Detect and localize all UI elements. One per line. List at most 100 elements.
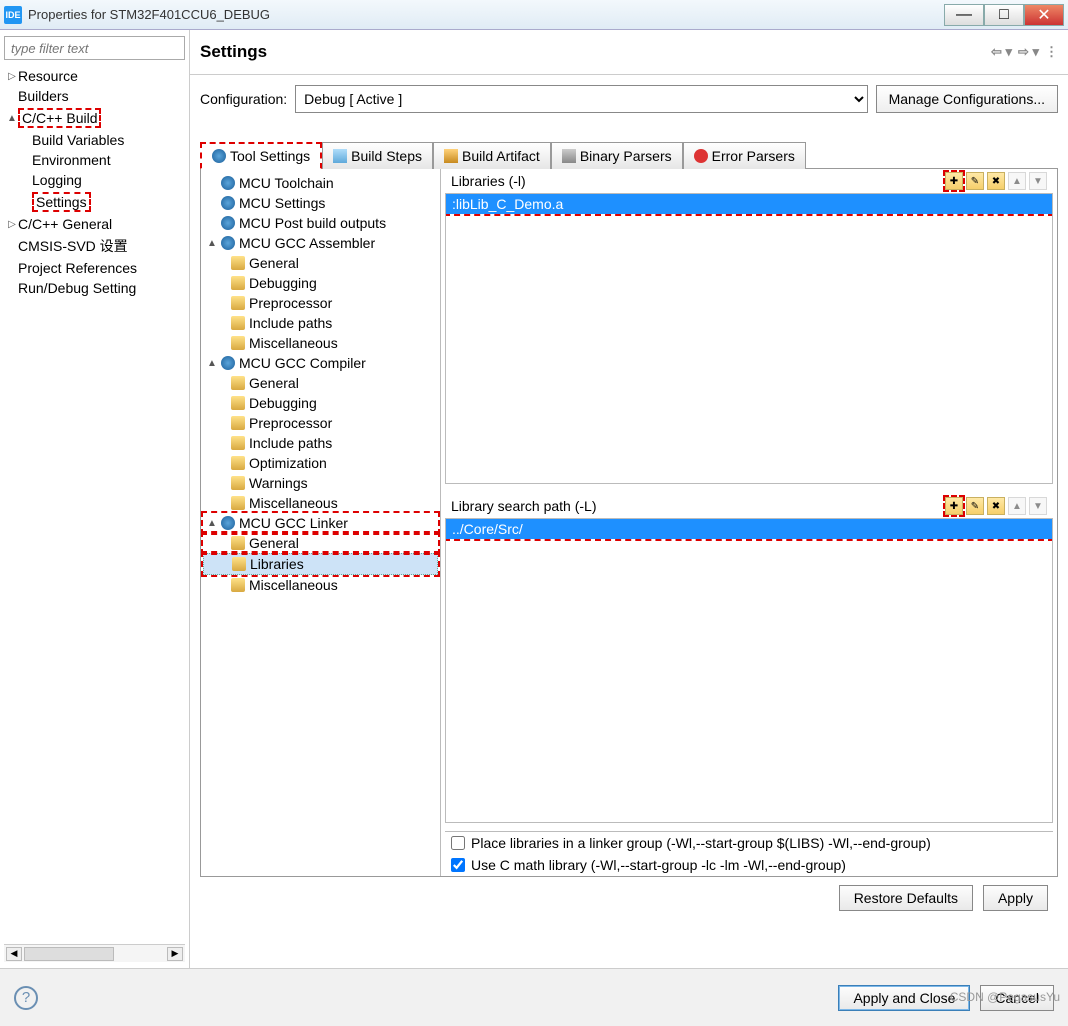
ic-err-icon — [694, 149, 708, 163]
tooltree-item[interactable]: Preprocessor — [203, 293, 438, 313]
tooltree-label: MCU Post build outputs — [239, 215, 386, 231]
tooltree-item[interactable]: MCU Toolchain — [203, 173, 438, 193]
nav-label: C/C++ General — [18, 216, 112, 232]
add-libpath-button[interactable]: ✚ — [945, 497, 963, 515]
close-button[interactable]: ✕ — [1024, 4, 1064, 26]
mathlib-checkbox[interactable] — [451, 858, 465, 872]
ic-fold-icon — [231, 496, 245, 510]
nav-label: Settings — [32, 192, 91, 212]
tab-binary-parsers[interactable]: Binary Parsers — [551, 142, 683, 169]
manage-config-button[interactable]: Manage Configurations... — [876, 85, 1058, 113]
nav-item[interactable]: Logging — [4, 170, 185, 190]
nav-item[interactable]: Settings — [4, 190, 185, 214]
config-select[interactable]: Debug [ Active ] — [295, 85, 867, 113]
scroll-right-icon[interactable]: ▶ — [167, 947, 183, 961]
tooltree-item[interactable]: Miscellaneous — [203, 493, 438, 513]
list-item[interactable]: ../Core/Src/ — [446, 519, 1052, 539]
tooltree-item[interactable]: Libraries — [203, 553, 438, 575]
tool-tree[interactable]: MCU Toolchain MCU Settings MCU Post build … — [201, 169, 441, 876]
tooltree-item[interactable]: General — [203, 253, 438, 273]
filter-input[interactable] — [4, 36, 185, 60]
tab-build-artifact[interactable]: Build Artifact — [433, 142, 551, 169]
libraries-list[interactable]: :libLib_C_Demo.a — [445, 194, 1053, 484]
maximize-button[interactable]: □ — [984, 4, 1024, 26]
ic-fold-icon — [231, 456, 245, 470]
ic-gear-icon — [221, 216, 235, 230]
tooltree-item[interactable]: Debugging — [203, 393, 438, 413]
nav-label: Logging — [32, 172, 82, 188]
tooltree-item[interactable]: ▲MCU GCC Linker — [203, 513, 438, 533]
window-title: Properties for STM32F401CCU6_DEBUG — [28, 7, 270, 22]
nav-item[interactable]: Project References — [4, 258, 185, 278]
tooltree-label: Optimization — [249, 455, 327, 471]
delete-libpath-button[interactable]: ✖ — [987, 497, 1005, 515]
ic-fold-icon — [231, 296, 245, 310]
back-icon[interactable]: ⇦ ▾ — [991, 44, 1012, 60]
tooltree-item[interactable]: Warnings — [203, 473, 438, 493]
tooltree-item[interactable]: MCU Post build outputs — [203, 213, 438, 233]
nav-item[interactable]: Builders — [4, 86, 185, 106]
nav-item[interactable]: CMSIS-SVD 设置 — [4, 234, 185, 258]
nav-item[interactable]: Run/Debug Setting — [4, 278, 185, 298]
tooltree-label: Miscellaneous — [249, 577, 338, 593]
tooltree-label: Include paths — [249, 315, 332, 331]
moveup-library-button[interactable]: ▲ — [1008, 172, 1026, 190]
tab-build-steps[interactable]: Build Steps — [322, 142, 433, 169]
ic-fold-icon — [231, 276, 245, 290]
forward-icon[interactable]: ⇨ ▾ — [1018, 44, 1039, 60]
help-icon[interactable]: ? — [14, 986, 38, 1010]
tooltree-item[interactable]: Include paths — [203, 313, 438, 333]
tooltree-item[interactable]: Debugging — [203, 273, 438, 293]
tooltree-label: Debugging — [249, 395, 317, 411]
scroll-thumb[interactable] — [24, 947, 114, 961]
tooltree-label: Preprocessor — [249, 295, 332, 311]
nav-item[interactable]: ▷Resource — [4, 66, 185, 86]
restore-defaults-button[interactable]: Restore Defaults — [839, 885, 973, 911]
tab-error-parsers[interactable]: Error Parsers — [683, 142, 806, 169]
tooltree-item[interactable]: Miscellaneous — [203, 333, 438, 353]
tooltree-item[interactable]: Optimization — [203, 453, 438, 473]
tooltree-item[interactable]: ▲MCU GCC Assembler — [203, 233, 438, 253]
libpath-header: Library search path (-L) ✚ ✎ ✖ ▲ ▼ — [445, 494, 1053, 519]
ic-fold-icon — [231, 256, 245, 270]
hscrollbar[interactable]: ◀ ▶ — [4, 944, 185, 962]
nav-item[interactable]: Environment — [4, 150, 185, 170]
ic-tool-icon — [333, 149, 347, 163]
page-header: Settings ⇦ ▾ ⇨ ▾ ⋮ — [190, 30, 1068, 75]
nav-tree[interactable]: ▷ResourceBuilders▲C/C++ BuildBuild Varia… — [4, 66, 185, 944]
nav-label: CMSIS-SVD 设置 — [18, 236, 128, 256]
moveup-libpath-button[interactable]: ▲ — [1008, 497, 1026, 515]
nav-item[interactable]: Build Variables — [4, 130, 185, 150]
tooltree-item[interactable]: Include paths — [203, 433, 438, 453]
apply-button[interactable]: Apply — [983, 885, 1048, 911]
list-item[interactable]: :libLib_C_Demo.a — [446, 194, 1052, 214]
menu-icon[interactable]: ⋮ — [1045, 44, 1058, 60]
nav-item[interactable]: ▲C/C++ Build — [4, 106, 185, 130]
movedown-libpath-button[interactable]: ▼ — [1029, 497, 1047, 515]
delete-library-button[interactable]: ✖ — [987, 172, 1005, 190]
tooltree-item[interactable]: Miscellaneous — [203, 575, 438, 595]
tooltree-label: General — [249, 535, 299, 551]
movedown-library-button[interactable]: ▼ — [1029, 172, 1047, 190]
edit-libpath-button[interactable]: ✎ — [966, 497, 984, 515]
libpath-list[interactable]: ../Core/Src/ — [445, 519, 1053, 823]
edit-library-button[interactable]: ✎ — [966, 172, 984, 190]
tabbar: Tool Settings Build Steps Build ArtifactBi… — [200, 141, 1058, 169]
tooltree-item[interactable]: General — [203, 533, 438, 553]
libpath-label: Library search path (-L) — [451, 498, 945, 514]
tab-tool-settings[interactable]: Tool Settings — [200, 142, 322, 169]
linker-group-checkbox[interactable] — [451, 836, 465, 850]
add-library-button[interactable]: ✚ — [945, 172, 963, 190]
tooltree-item[interactable]: General — [203, 373, 438, 393]
tooltree-label: MCU Settings — [239, 195, 325, 211]
tooltree-item[interactable]: ▲MCU GCC Compiler — [203, 353, 438, 373]
minimize-button[interactable]: — — [944, 4, 984, 26]
tooltree-item[interactable]: Preprocessor — [203, 413, 438, 433]
scroll-left-icon[interactable]: ◀ — [6, 947, 22, 961]
nav-label: Resource — [18, 68, 78, 84]
nav-item[interactable]: ▷C/C++ General — [4, 214, 185, 234]
tab-label: Build Steps — [351, 148, 422, 164]
ic-fold-icon — [231, 436, 245, 450]
tooltree-item[interactable]: MCU Settings — [203, 193, 438, 213]
ic-fold-icon — [231, 536, 245, 550]
